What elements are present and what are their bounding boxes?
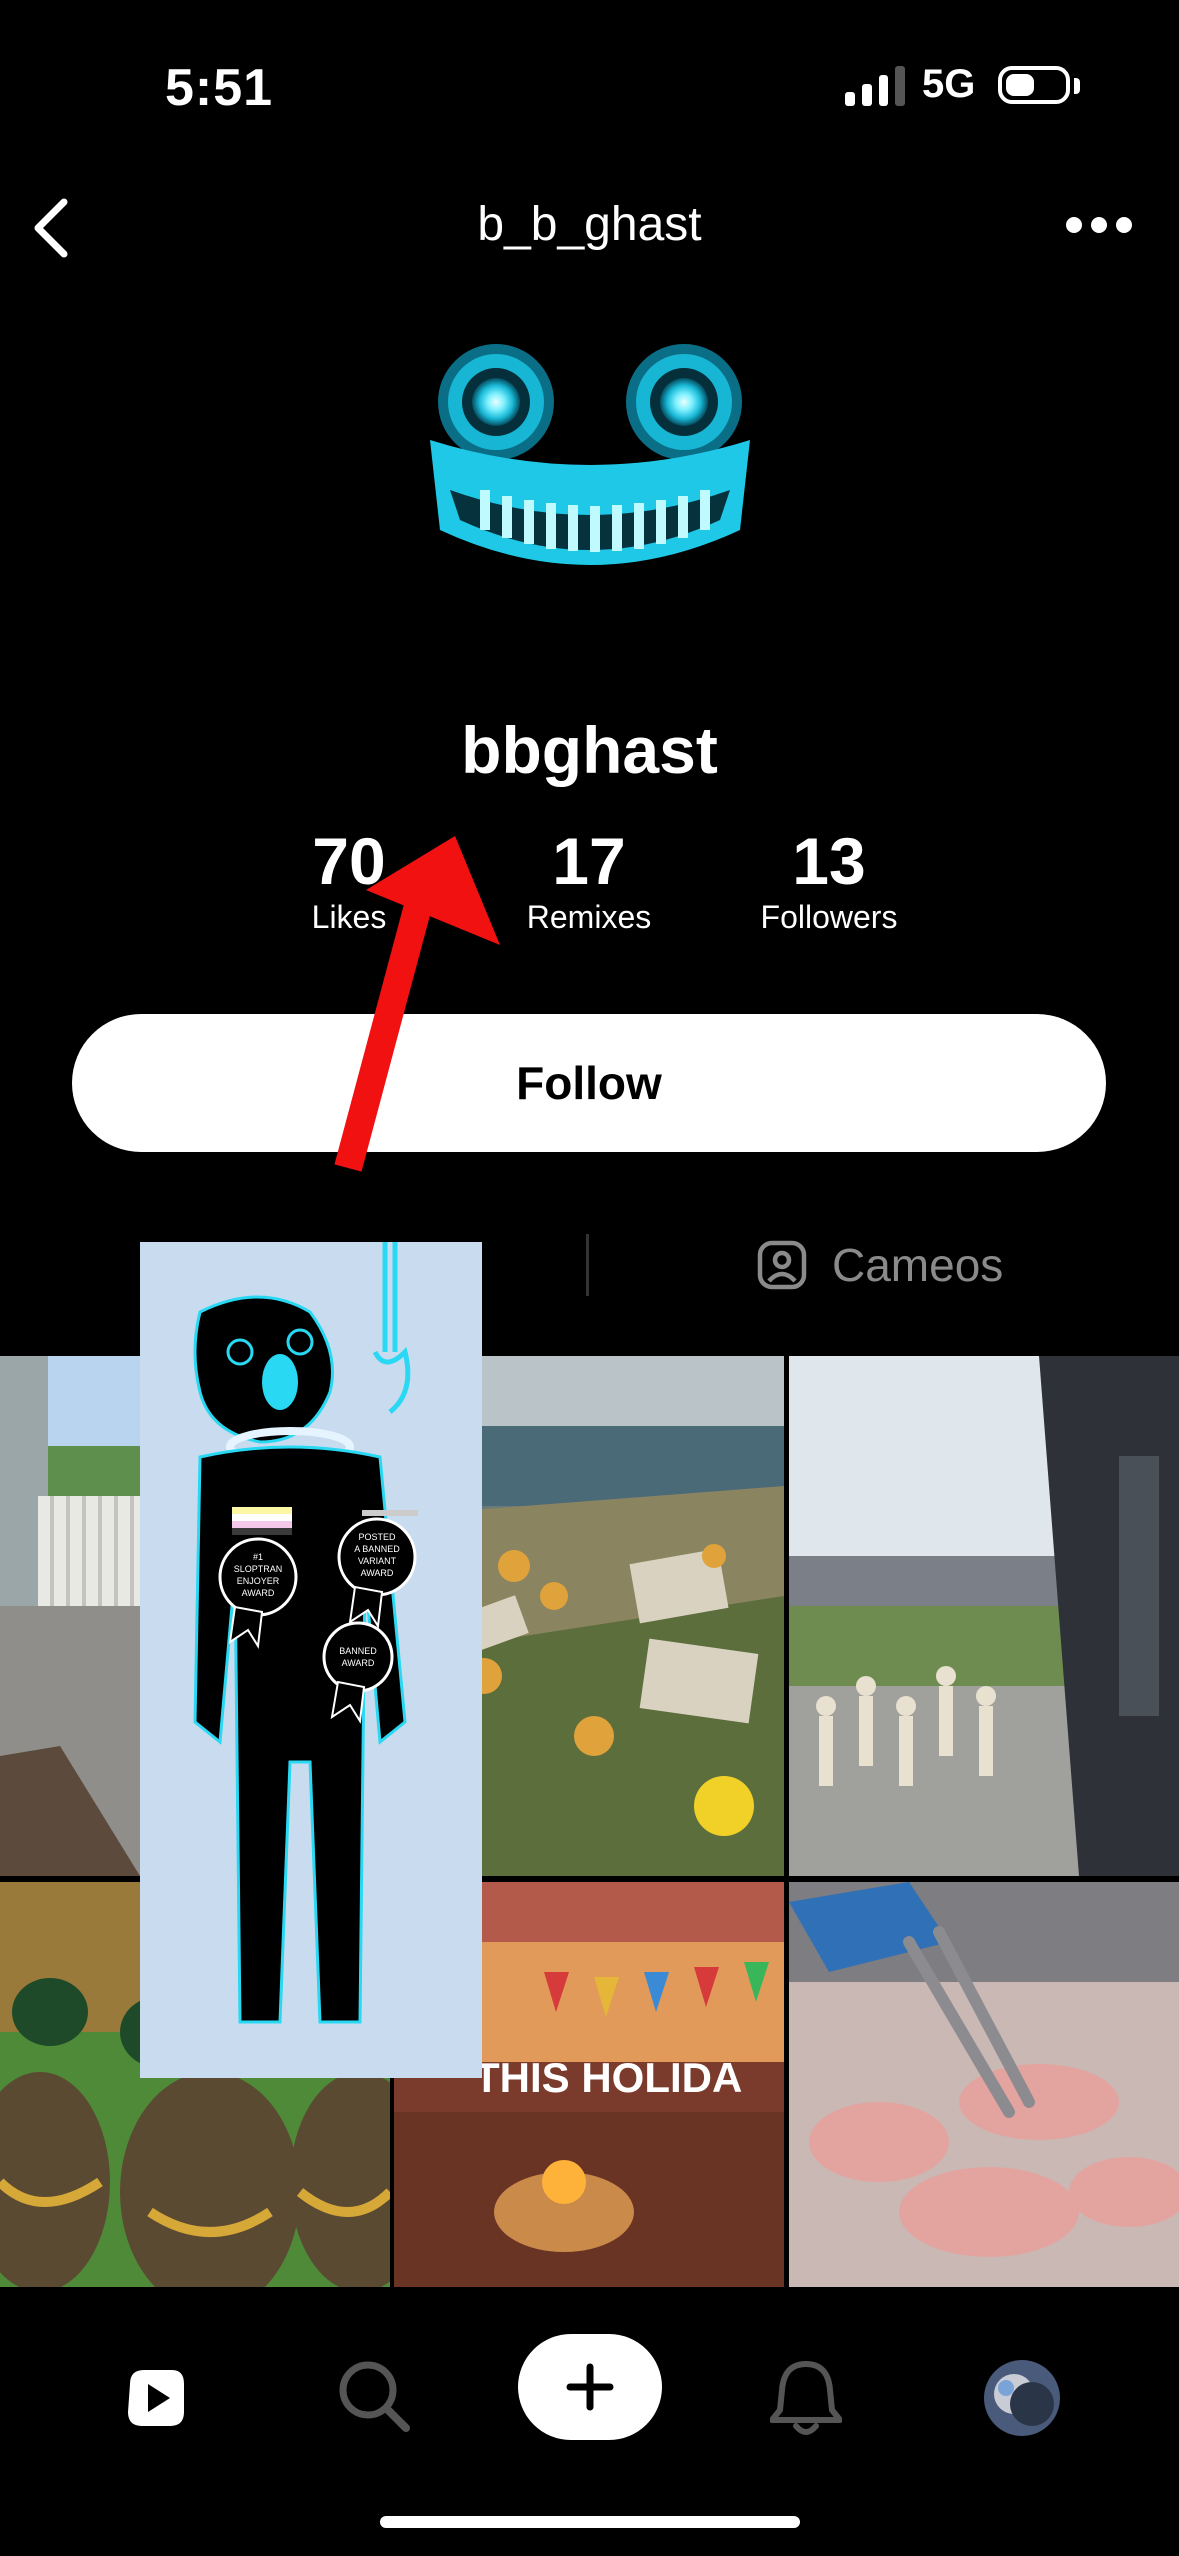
holiday-text: THIS HOLIDA <box>474 2054 742 2101</box>
home-indicator <box>380 2516 800 2528</box>
plus-icon <box>566 2363 614 2411</box>
badge3-line1: BANNED <box>339 1646 377 1656</box>
grid-video-tongs[interactable] <box>789 1882 1179 2287</box>
badge2-line3: VARIANT <box>358 1556 397 1566</box>
grid-video-skeletons[interactable] <box>789 1356 1179 1876</box>
battery-icon <box>998 66 1070 104</box>
stat-remixes[interactable]: 17 Remixes <box>479 826 699 938</box>
profile-tab-avatar[interactable] <box>984 2360 1060 2436</box>
badge1-line4: AWARD <box>242 1588 275 1598</box>
badge2-line1: POSTED <box>358 1532 396 1542</box>
tab-cameos[interactable]: Cameos <box>756 1238 1003 1292</box>
tab-cameos-label: Cameos <box>832 1239 1004 1291</box>
badge2-line4: AWARD <box>361 1568 394 1578</box>
header-username: b_b_ghast <box>477 198 702 251</box>
stat-followers[interactable]: 13 Followers <box>719 826 939 938</box>
notifications-bell-icon[interactable] <box>769 2356 843 2440</box>
stat-value: 70 <box>312 824 386 898</box>
network-type: 5G <box>922 62 976 106</box>
meme-overlay-image: #1 SLOPTRAN ENJOYER AWARD POSTED A BANNE… <box>140 1242 482 2078</box>
badge1-line1: #1 <box>253 1552 263 1562</box>
follow-button[interactable]: Follow <box>72 1014 1106 1152</box>
battery-cap <box>1074 78 1080 94</box>
stat-value: 13 <box>792 824 866 898</box>
stat-value: 17 <box>552 824 626 898</box>
more-options-icon[interactable] <box>1066 214 1132 236</box>
create-button[interactable] <box>518 2334 662 2440</box>
badge2-line2: A BANNED <box>354 1544 400 1554</box>
badge1-line3: ENJOYER <box>237 1576 280 1586</box>
stat-likes[interactable]: 70 Likes <box>239 826 459 938</box>
display-name: bbghast <box>461 713 718 787</box>
search-icon[interactable] <box>334 2356 412 2434</box>
signal-icon <box>845 64 905 106</box>
stat-label: Followers <box>760 899 898 935</box>
stat-label: Remixes <box>526 899 652 935</box>
home-feed-icon[interactable] <box>120 2362 192 2434</box>
badge1-line2: SLOPTRAN <box>234 1564 283 1574</box>
tab-divider <box>586 1234 589 1296</box>
profile-avatar[interactable] <box>420 340 760 600</box>
badge3-line2: AWARD <box>342 1658 375 1668</box>
stat-label: Likes <box>311 899 387 935</box>
cameo-icon <box>757 1240 807 1290</box>
status-time: 5:51 <box>165 59 274 117</box>
